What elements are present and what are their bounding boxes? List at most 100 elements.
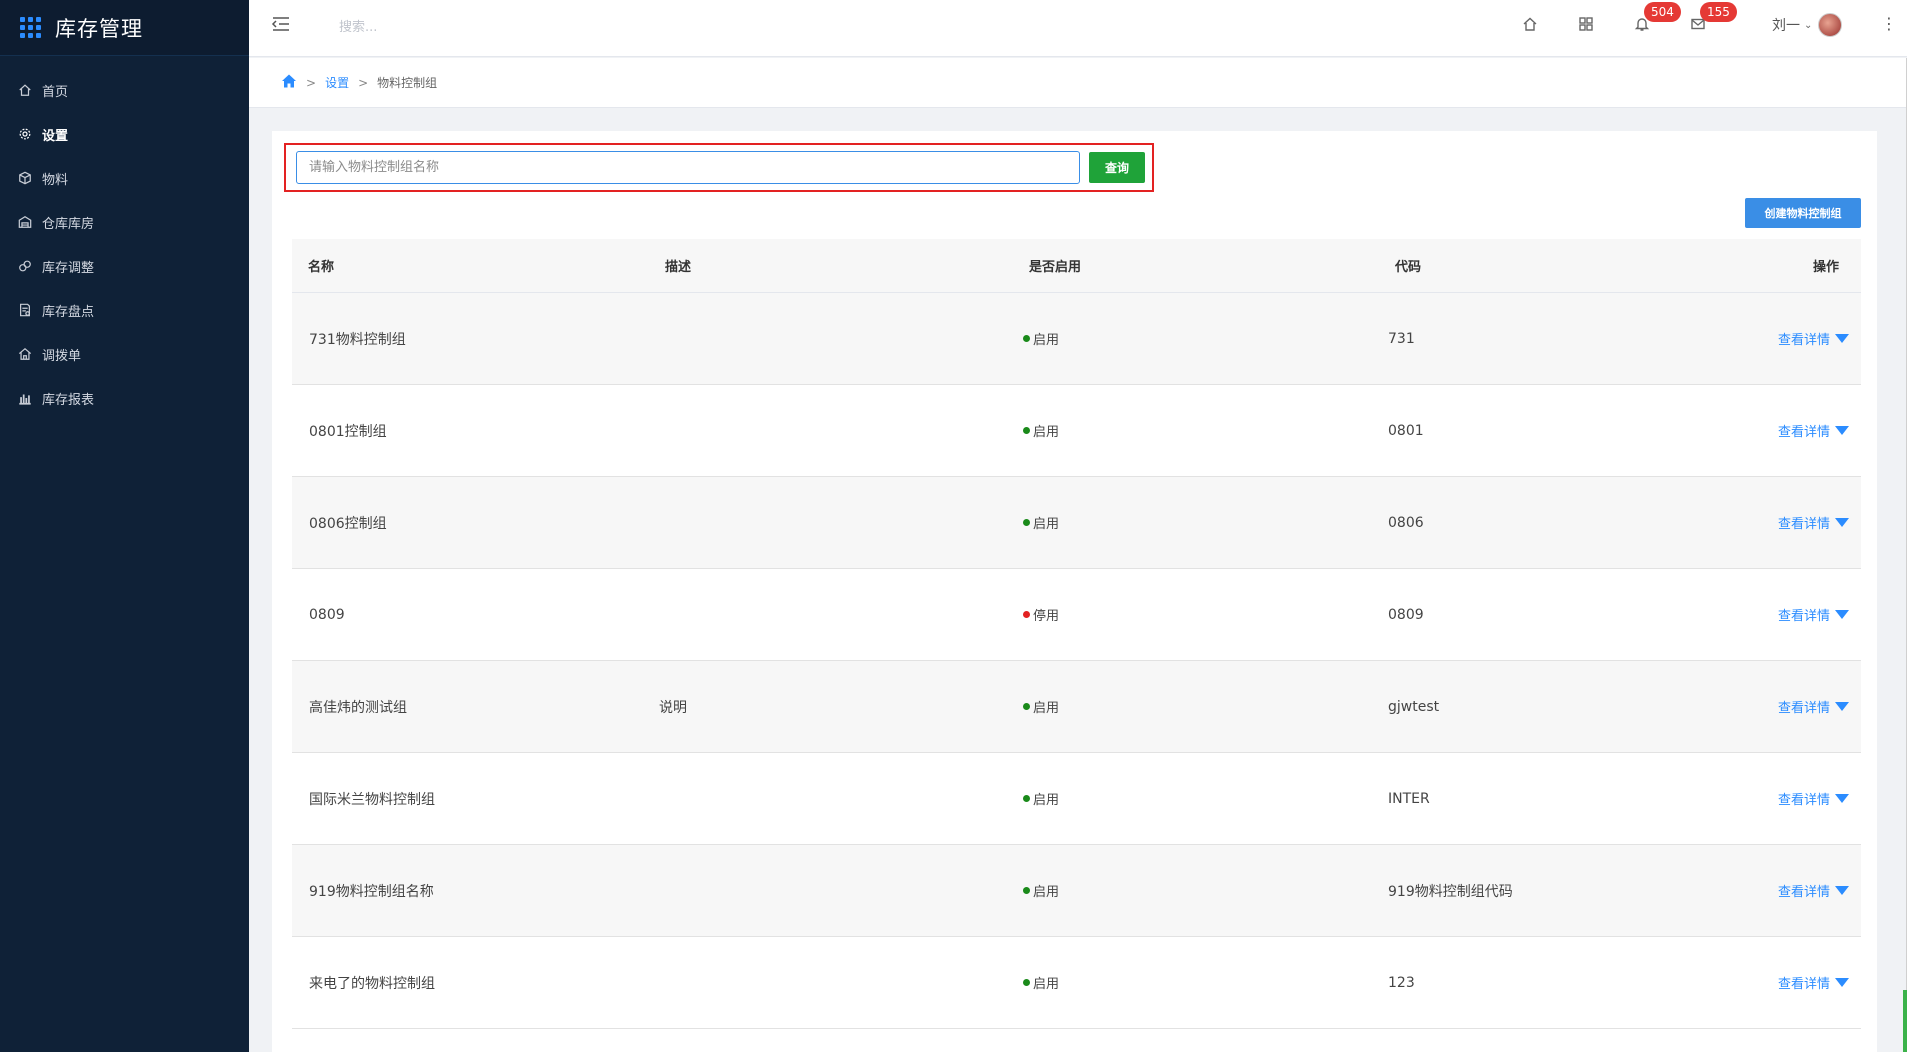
- view-details-link[interactable]: 查看详情: [1778, 513, 1849, 532]
- caret-down-icon[interactable]: [1835, 794, 1849, 803]
- home-shortcut-icon[interactable]: [1522, 16, 1540, 34]
- column-header-actions: 操作: [1812, 260, 1839, 275]
- query-button[interactable]: 查询: [1089, 152, 1145, 183]
- cell-name: 国际米兰物料控制组: [309, 791, 435, 808]
- cell-actions: 查看详情: [1758, 605, 1861, 624]
- sidebar-nav: 首页 设置 物料 仓库库房 库存调整 库存盘点 调拨单 库存报表: [0, 68, 249, 420]
- column-header-enabled[interactable]: 是否启用: [1023, 256, 1388, 275]
- view-details-label: 查看详情: [1777, 333, 1830, 348]
- sidebar-item-label: 仓库库房: [42, 216, 95, 232]
- breadcrumb: > 设置 > 物料控制组: [249, 58, 1907, 108]
- sidebar-item-label: 调拨单: [42, 348, 82, 364]
- caret-down-icon[interactable]: [1835, 518, 1849, 527]
- view-details-link[interactable]: 查看详情: [1778, 973, 1849, 992]
- breadcrumb-settings-link[interactable]: 设置: [325, 74, 349, 91]
- sidebar-item-label: 库存调整: [42, 260, 95, 276]
- group-name-search-input[interactable]: [296, 151, 1080, 184]
- table-row: 0801控制组 启用 0801 查看详情: [292, 385, 1861, 477]
- view-details-label: 查看详情: [1777, 701, 1830, 716]
- bar-chart-icon: [17, 390, 33, 406]
- caret-down-icon[interactable]: [1835, 426, 1849, 435]
- cell-code: 0801: [1388, 422, 1424, 439]
- cell-name: 0801控制组: [309, 423, 387, 440]
- notifications-badge: 504: [1644, 2, 1681, 22]
- caret-down-icon[interactable]: [1835, 978, 1849, 987]
- caret-down-icon[interactable]: [1835, 886, 1849, 895]
- status-label: 启用: [1033, 885, 1060, 900]
- scrollbar-thumb[interactable]: [1903, 990, 1907, 1052]
- column-header-name[interactable]: 名称: [292, 256, 657, 275]
- content-panel: 查询 创建物料控制组 名称 描述 是否启用 代码 操作 731物料控制组启用73…: [272, 131, 1877, 1052]
- adjust-icon: [17, 258, 33, 274]
- cell-code: 123: [1388, 974, 1415, 991]
- status-dot: [1023, 887, 1030, 894]
- create-material-control-group-button[interactable]: 创建物料控制组: [1745, 198, 1861, 228]
- app-brand[interactable]: 库存管理: [0, 0, 249, 56]
- caret-down-icon[interactable]: [1835, 334, 1849, 343]
- home-icon[interactable]: [281, 73, 297, 92]
- apps-grid-icon[interactable]: [1578, 16, 1596, 34]
- sidebar-item-warehouse[interactable]: 仓库库房: [0, 200, 249, 244]
- status-label: 启用: [1033, 701, 1060, 716]
- sidebar-item-transfer[interactable]: 调拨单: [0, 332, 249, 376]
- cell-actions: 查看详情: [1758, 329, 1861, 348]
- view-details-link[interactable]: 查看详情: [1778, 329, 1849, 348]
- cell-code: 731: [1388, 330, 1415, 347]
- sidebar-item-label: 物料: [42, 172, 69, 188]
- user-menu[interactable]: 刘一 ⌄: [1772, 13, 1843, 37]
- avatar[interactable]: [1818, 13, 1843, 37]
- table-row: 0809 停用 0809 查看详情: [292, 569, 1861, 661]
- apps-grid-icon: [20, 17, 41, 38]
- view-details-link[interactable]: 查看详情: [1778, 605, 1849, 624]
- cell-actions: 查看详情: [1758, 697, 1861, 716]
- cell-status: 启用: [1023, 513, 1388, 532]
- cell-name: 0806控制组: [309, 515, 387, 532]
- menu-collapse-icon[interactable]: [271, 15, 291, 33]
- column-header-description[interactable]: 描述: [657, 256, 1023, 275]
- chevron-down-icon: ⌄: [1804, 19, 1813, 31]
- table-header: 名称 描述 是否启用 代码 操作: [292, 239, 1861, 293]
- sidebar-item-home[interactable]: 首页: [0, 68, 249, 112]
- status-label: 启用: [1033, 977, 1060, 992]
- view-details-link[interactable]: 查看详情: [1778, 789, 1849, 808]
- view-details-link[interactable]: 查看详情: [1778, 697, 1849, 716]
- sidebar-item-stocktake[interactable]: 库存盘点: [0, 288, 249, 332]
- cell-description: 说明: [659, 699, 687, 716]
- table-body: 731物料控制组 启用 731 查看详情 0801控制组 启用 0801 查看详情 0806控制…: [292, 293, 1861, 1029]
- status-dot: [1023, 519, 1030, 526]
- table-row: 国际米兰物料控制组 启用 INTER 查看详情: [292, 753, 1861, 845]
- status-dot: [1023, 703, 1030, 710]
- notifications-bell-icon[interactable]: 504: [1634, 2, 1681, 34]
- status-label: 启用: [1033, 425, 1060, 440]
- cell-status: 启用: [1023, 421, 1388, 440]
- sidebar: 库存管理 首页 设置 物料 仓库库房 库存调整 库存盘点 调拨单 库存报表: [0, 0, 249, 1052]
- more-vertical-icon[interactable]: ⋮: [1881, 14, 1897, 33]
- view-details-label: 查看详情: [1777, 609, 1830, 624]
- user-name: 刘一: [1772, 18, 1800, 34]
- home-icon: [17, 82, 33, 98]
- global-search-input[interactable]: [339, 17, 639, 37]
- cell-code: INTER: [1388, 790, 1430, 807]
- status-dot: [1023, 795, 1030, 802]
- cell-name: 0809: [309, 606, 345, 623]
- column-header-code[interactable]: 代码: [1388, 256, 1758, 275]
- breadcrumb-separator: >: [306, 75, 317, 90]
- view-details-link[interactable]: 查看详情: [1778, 421, 1849, 440]
- cell-status: 启用: [1023, 881, 1388, 900]
- table-row: 高佳炜的测试组 说明 启用 gjwtest 查看详情: [292, 661, 1861, 753]
- sidebar-item-settings[interactable]: 设置: [0, 112, 249, 156]
- cell-name: 高佳炜的测试组: [309, 699, 407, 716]
- cell-name: 来电了的物料控制组: [309, 975, 435, 992]
- cell-name: 919物料控制组名称: [309, 883, 434, 900]
- caret-down-icon[interactable]: [1835, 610, 1849, 619]
- cell-code: 0809: [1388, 606, 1424, 623]
- view-details-link[interactable]: 查看详情: [1778, 881, 1849, 900]
- sidebar-item-material[interactable]: 物料: [0, 156, 249, 200]
- messages-mail-icon[interactable]: 155: [1690, 2, 1737, 34]
- sidebar-item-stock-adjust[interactable]: 库存调整: [0, 244, 249, 288]
- cell-code: 919物料控制组代码: [1388, 883, 1513, 900]
- caret-down-icon[interactable]: [1835, 702, 1849, 711]
- sidebar-item-report[interactable]: 库存报表: [0, 376, 249, 420]
- table-row: 0806控制组 启用 0806 查看详情: [292, 477, 1861, 569]
- inventory-icon: [17, 302, 33, 318]
